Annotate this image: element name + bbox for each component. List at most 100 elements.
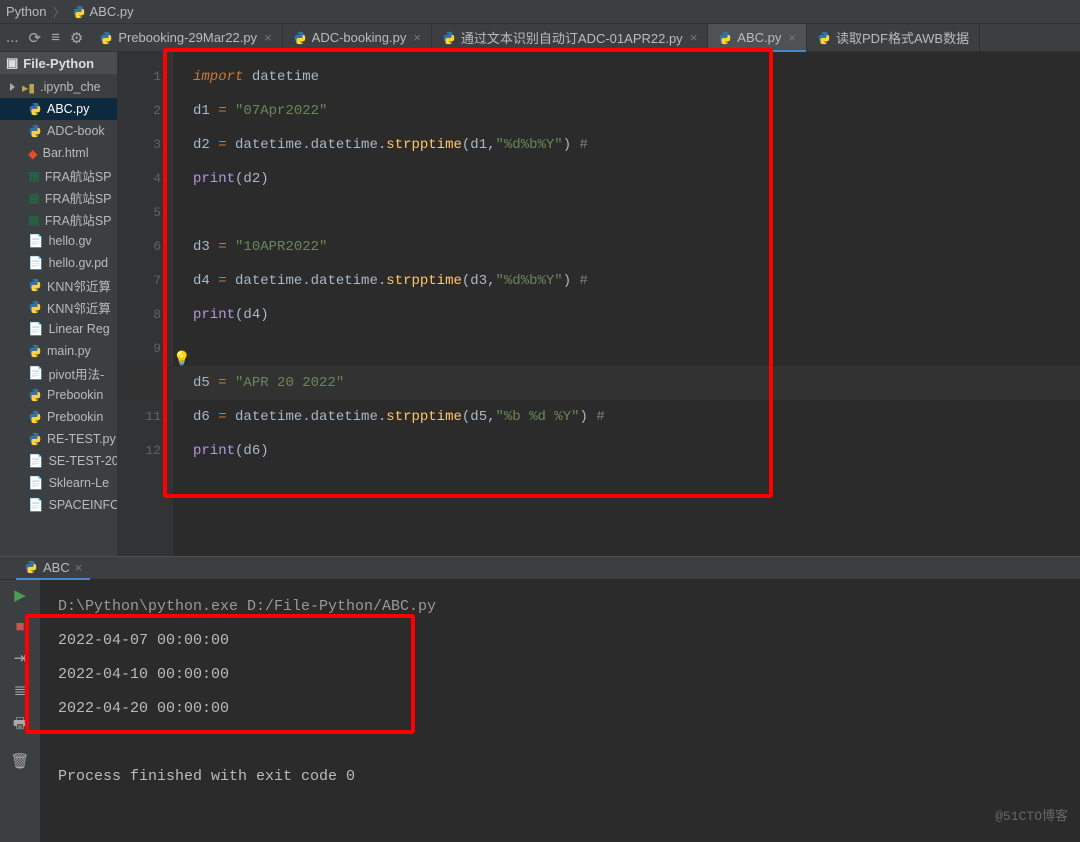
console-output[interactable]: D:\Python\python.exe D:/File-Python/ABC.…	[40, 580, 1080, 842]
tree-item[interactable]: KNN邻近算	[0, 296, 117, 318]
editor-tab[interactable]: 通过文本识别自动订ADC-01APR22.py×	[432, 24, 708, 52]
tree-item[interactable]: 📄Linear Reg	[0, 318, 117, 340]
editor-tabs: Prebooking-29Mar22.py×ADC-booking.py×通过文…	[89, 24, 1080, 52]
tree-item[interactable]: ▦FRA航站SP	[0, 186, 117, 208]
run-tab[interactable]: ABC ×	[16, 556, 90, 580]
code-editor[interactable]: 123456789101112 💡 import datetimed1 = "0…	[118, 52, 1080, 556]
folder-icon: ▣	[6, 55, 18, 71]
tree-label: Prebookin	[47, 410, 103, 424]
python-icon	[72, 5, 86, 19]
tab-label: ABC.py	[737, 30, 781, 45]
line-number: 2	[118, 94, 161, 128]
close-icon[interactable]: ×	[264, 30, 272, 45]
filter-icon[interactable]: ≡	[51, 29, 60, 46]
tree-item[interactable]: RE-TEST.py	[0, 428, 117, 450]
tree-item[interactable]: ▦ FRA航站SP	[0, 164, 117, 186]
python-icon	[28, 432, 42, 446]
python-icon	[28, 278, 42, 292]
xls-icon: ▦	[28, 190, 40, 205]
console-line: 2022-04-07 00:00:00	[58, 624, 1062, 658]
close-icon[interactable]: ×	[413, 30, 421, 45]
python-icon	[442, 31, 456, 45]
close-icon[interactable]: ×	[690, 30, 698, 45]
console-line: 2022-04-10 00:00:00	[58, 658, 1062, 692]
editor-tab[interactable]: 读取PDF格式AWB数据	[807, 24, 980, 52]
code-line: d3 = "10APR2022"	[193, 230, 1060, 264]
collapse-icon[interactable]: ...	[6, 29, 19, 46]
print-icon[interactable]: 🖶	[13, 713, 27, 738]
console-panel: ▶ ■ ⇥ ≣ 🖶 🗑 D:\Python\python.exe D:/File…	[0, 580, 1080, 842]
tree-item[interactable]: ▦FRA航站SP	[0, 208, 117, 230]
code-line: d5 = "APR 20 2022"	[193, 366, 1060, 400]
tree-label: KNN邻近算	[47, 276, 111, 295]
file-icon: 📄	[28, 454, 44, 469]
tree-item[interactable]: 📄pivot用法-	[0, 362, 117, 384]
python-icon	[28, 410, 42, 424]
xls-icon: ▦	[28, 212, 40, 227]
tab-label: 读取PDF格式AWB数据	[836, 28, 969, 47]
tree-item[interactable]: ABC.py	[0, 98, 117, 120]
python-icon	[817, 31, 831, 45]
python-icon	[293, 31, 307, 45]
rerun-icon[interactable]: ▶	[14, 586, 26, 604]
trash-icon[interactable]: 🗑	[10, 752, 29, 770]
intention-bulb-icon[interactable]: 💡	[173, 343, 190, 377]
project-root-label: File-Python	[23, 56, 94, 71]
tree-item[interactable]: 📄hello.gv	[0, 230, 117, 252]
line-number: 5	[118, 196, 161, 230]
python-icon	[28, 344, 42, 358]
line-number: 3	[118, 128, 161, 162]
project-tree: ▸▮.ipynb_cheABC.py ADC-book ◆Bar.html ▦ FRA航…	[0, 74, 117, 518]
wrap-icon[interactable]: ≣	[14, 681, 27, 699]
editor-gutter: 123456789101112	[118, 52, 173, 556]
tree-item[interactable]: 📄Sklearn-Le	[0, 472, 117, 494]
console-command: D:\Python\python.exe D:/File-Python/ABC.…	[58, 590, 1062, 624]
tree-item[interactable]: Prebookin	[0, 384, 117, 406]
breadcrumb-file[interactable]: ABC.py	[90, 4, 134, 19]
stop-icon[interactable]: ■	[15, 618, 24, 635]
tree-item[interactable]: KNN邻近算	[0, 274, 117, 296]
file-icon: 📄	[28, 476, 44, 491]
editor-tab[interactable]: Prebooking-29Mar22.py×	[89, 24, 282, 52]
tree-label: SE-TEST-20	[49, 454, 118, 468]
run-tab-label: ABC	[43, 560, 70, 575]
breadcrumb-folder[interactable]: Python	[6, 4, 46, 19]
tree-item[interactable]: main.py	[0, 340, 117, 362]
scroll-icon[interactable]: ⇥	[14, 649, 27, 667]
python-icon	[28, 124, 42, 138]
console-exit: Process finished with exit code 0	[58, 760, 1062, 794]
code-line: import datetime	[193, 60, 1060, 94]
tree-label: SPACEINFO	[49, 498, 118, 512]
close-icon[interactable]: ×	[75, 560, 83, 575]
code-line: print(d6)	[193, 434, 1060, 468]
tree-item[interactable]: 📄 hello.gv.pd	[0, 252, 117, 274]
tree-label: KNN邻近算	[47, 298, 111, 317]
code-area[interactable]: 💡 import datetimed1 = "07Apr2022"d2 = da…	[173, 52, 1080, 556]
tree-label: RE-TEST.py	[47, 432, 116, 446]
tree-label: FRA航站SP	[45, 166, 112, 185]
file-icon: 📄	[28, 366, 44, 381]
file-icon: 📄	[28, 498, 44, 513]
chevron-right-icon	[10, 83, 15, 91]
tree-item[interactable]: 📄 SE-TEST-20	[0, 450, 117, 472]
tree-item[interactable]: ◆Bar.html	[0, 142, 117, 164]
project-sidebar: ▣ File-Python ▸▮.ipynb_cheABC.py ADC-book…	[0, 52, 118, 556]
code-line: print(d4)	[193, 298, 1060, 332]
close-icon[interactable]: ×	[788, 30, 796, 45]
tree-item[interactable]: 📄 SPACEINFO	[0, 494, 117, 516]
project-root[interactable]: ▣ File-Python	[0, 52, 117, 74]
editor-tab[interactable]: ABC.py ×	[708, 24, 807, 52]
tree-label: ADC-book	[47, 124, 105, 138]
editor-tab[interactable]: ADC-booking.py ×	[283, 24, 432, 52]
tree-label: hello.gv.pd	[49, 256, 109, 270]
python-icon	[24, 560, 38, 574]
tree-item[interactable]: ADC-book	[0, 120, 117, 142]
xls-icon: ▦	[28, 168, 40, 183]
settings-icon[interactable]: ⚙	[70, 29, 83, 47]
breadcrumb-bar: Python 〉 ABC.py	[0, 0, 1080, 24]
tab-label: ADC-booking.py	[312, 30, 407, 45]
file-icon: 📄	[28, 256, 44, 271]
tree-item[interactable]: ▸▮.ipynb_che	[0, 76, 117, 98]
tree-item[interactable]: Prebookin	[0, 406, 117, 428]
sync-icon[interactable]: ⟳	[29, 29, 42, 47]
